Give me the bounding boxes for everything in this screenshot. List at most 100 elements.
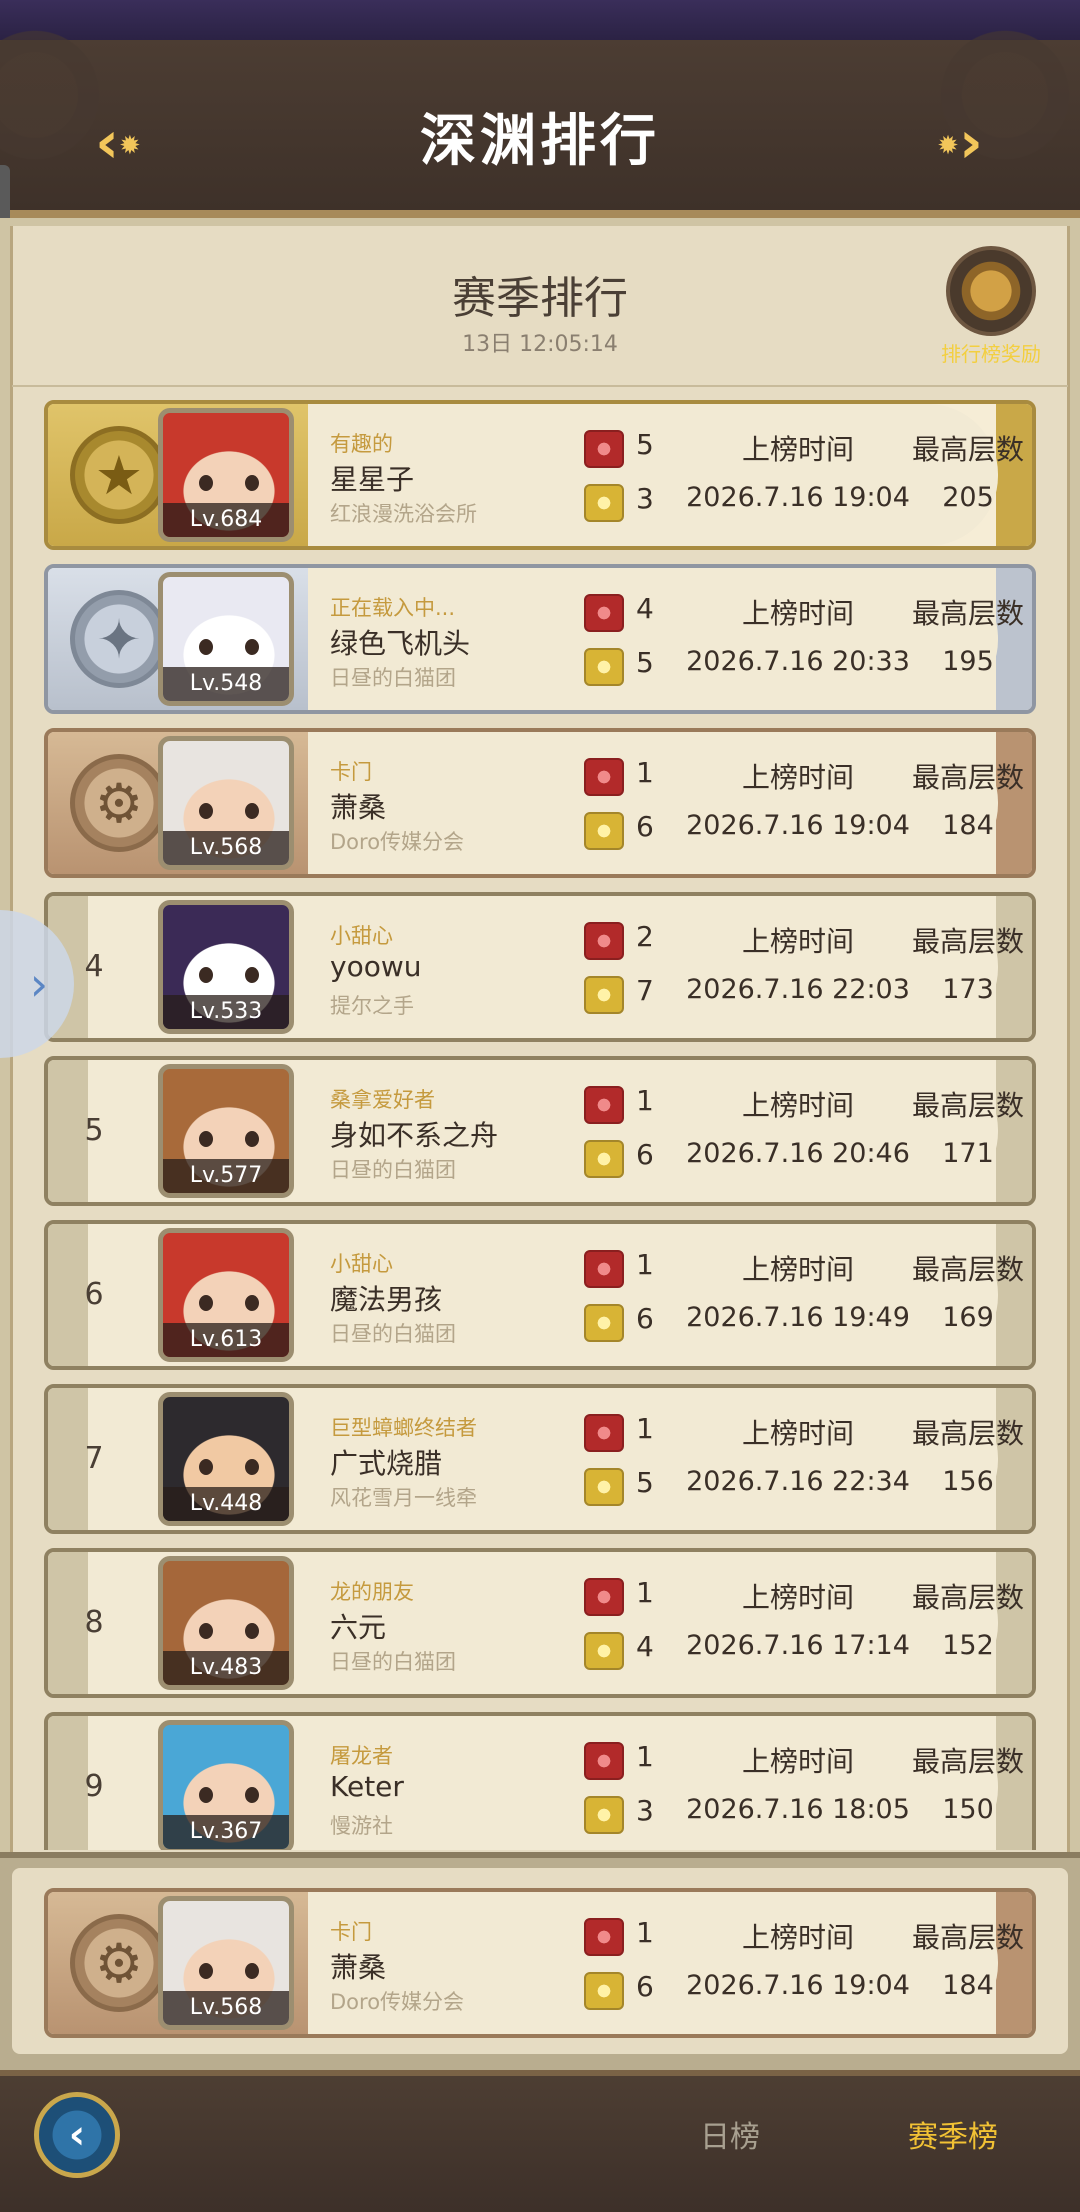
player-avatar[interactable]: Lv.568 [158,1896,294,2030]
red-badge-count: 1 [636,1412,654,1445]
avatar-eyes [199,475,259,491]
gold-badge-count: 5 [636,1466,654,1499]
player-avatar[interactable]: Lv.548 [158,572,294,706]
divider [12,385,1068,387]
back-button[interactable]: ‹ [34,2092,120,2178]
red-badge-count: 1 [636,1740,654,1773]
reward-label: 排行榜奖励 [941,342,1041,366]
avatar-eyes [199,1963,259,1979]
row-right-cap [996,1388,1032,1530]
row-right-cap [996,1224,1032,1366]
player-name: Keter [330,1770,404,1803]
gold-badge-count: 3 [636,482,654,515]
header: ‹✹ 深渊排行 ✹› [0,20,1080,218]
ranking-row[interactable]: ★ Lv.684 有趣的 星星子 红浪漫洗浴会所 5 3 上榜时间 2026.7.16 19:0… [44,400,1036,550]
player-title: 桑拿爱好者 [330,1088,435,1112]
red-rose-badge-icon [584,1918,624,1956]
player-name: 六元 [330,1611,387,1644]
silver-medal-icon: ✦ [70,590,168,688]
red-badge-count: 1 [636,1084,654,1117]
avatar-eyes [199,1295,259,1311]
ranking-row[interactable]: 7 Lv.448 巨型蟑螂终结者 广式烧腊 风花雪月一线牵 1 5 上榜时间 2026.7.16… [44,1384,1036,1534]
player-avatar[interactable]: Lv.533 [158,900,294,1034]
gold-badge-count: 6 [636,810,654,843]
next-page-button[interactable]: ✹› [918,100,1002,184]
red-badge-count: 1 [636,1576,654,1609]
player-title: 卡门 [330,760,372,784]
player-avatar[interactable]: Lv.613 [158,1228,294,1362]
player-avatar[interactable]: Lv.684 [158,408,294,542]
gold-medal-icon: ★ [70,426,168,524]
player-title: 巨型蟑螂终结者 [330,1416,477,1440]
tab-daily[interactable]: 日榜 [700,2112,760,2156]
floor-header: 最高层数 [911,925,1024,958]
ranking-row[interactable]: 9 Lv.367 屠龙者 Keter 慢游社 1 3 上榜时间 2026.7.16 18:05 最… [44,1712,1036,1850]
player-avatar[interactable]: Lv.367 [158,1720,294,1850]
player-name: 广式烧腊 [330,1447,443,1480]
red-badge-count: 2 [636,920,654,953]
ranking-row[interactable]: 8 Lv.483 龙的朋友 六元 日昼的白猫团 1 4 上榜时间 2026.7.16 17:14… [44,1548,1036,1698]
bronze-medal-icon: ⚙ [70,1914,168,2012]
max-floor: 205 [942,482,994,513]
reward-button[interactable]: 排行榜奖励 [936,246,1046,367]
player-level: Lv.533 [163,995,289,1029]
player-name: 身如不系之舟 [330,1119,499,1152]
player-level: Lv.684 [163,503,289,537]
player-guild: 红浪漫洗浴会所 [330,502,477,526]
row-right-cap [996,1552,1032,1694]
gold-badge-count: 3 [636,1794,654,1827]
ranking-row[interactable]: ⚙ Lv.568 卡门 萧桑 Doro传媒分会 1 6 上榜时间 2026.7.16 19:04… [44,728,1036,878]
avatar-eyes [199,1623,259,1639]
player-avatar[interactable]: Lv.568 [158,736,294,870]
ranking-row[interactable]: 5 Lv.577 桑拿爱好者 身如不系之舟 日昼的白猫团 1 6 上榜时间 2026.7.16 … [44,1056,1036,1206]
player-avatar[interactable]: Lv.483 [158,1556,294,1690]
my-rank-row-host: ⚙ Lv.568 卡门 萧桑 Doro传媒分会 1 6 上榜时间 2026.7.16 19:04… [0,1880,1080,2040]
player-avatar[interactable]: Lv.448 [158,1392,294,1526]
my-ranking-row[interactable]: ⚙ Lv.568 卡门 萧桑 Doro传媒分会 1 6 上榜时间 2026.7.16 19:04… [44,1888,1036,2038]
avatar-eyes [199,803,259,819]
row-right-cap [996,404,1032,546]
player-name: 萧桑 [330,791,387,824]
season-title: 赛季排行 [452,273,628,324]
max-floor: 150 [942,1794,994,1825]
player-guild: 日昼的白猫团 [330,1650,456,1674]
max-floor: 152 [942,1630,994,1661]
rank-number: 7 [84,1441,104,1476]
arrow-right-gear-icon: ✹› [937,108,983,176]
red-rose-badge-icon [584,430,624,468]
gold-flower-badge-icon [584,1140,624,1178]
gold-flower-badge-icon [584,1972,624,2010]
tab-season[interactable]: 赛季榜 [908,2112,998,2156]
floor-header: 最高层数 [911,1417,1024,1450]
ranking-row[interactable]: 6 Lv.613 小甜心 魔法男孩 日昼的白猫团 1 6 上榜时间 2026.7.16 19:4… [44,1220,1036,1370]
player-title: 小甜心 [330,924,393,948]
ranking-row[interactable]: ✦ Lv.548 正在载入中... 绿色飞机头 日昼的白猫团 4 5 上榜时间 2026.7.1… [44,564,1036,714]
rank-number: 6 [84,1277,104,1312]
floor-header: 最高层数 [911,433,1024,466]
player-name: 魔法男孩 [330,1283,443,1316]
player-name: 萧桑 [330,1951,387,1984]
player-guild: 日昼的白猫团 [330,1158,456,1182]
max-floor: 171 [942,1138,994,1169]
floor-header: 最高层数 [911,597,1024,630]
ranking-list[interactable]: ★ Lv.684 有趣的 星星子 红浪漫洗浴会所 5 3 上榜时间 2026.7.16 19:0… [0,400,1080,1850]
back-arrow-icon: ‹ [68,2112,86,2158]
gold-badge-count: 4 [636,1630,654,1663]
red-badge-count: 4 [636,592,654,625]
row-right-cap [996,568,1032,710]
player-level: Lv.613 [163,1323,289,1357]
player-avatar[interactable]: Lv.577 [158,1064,294,1198]
ranking-row[interactable]: 4 Lv.533 小甜心 yoowu 提尔之手 2 7 上榜时间 2026.7.16 22:03… [44,892,1036,1042]
floor-header: 最高层数 [911,1745,1024,1778]
player-level: Lv.448 [163,1487,289,1521]
season-countdown: 13日 12:05:14 [462,332,618,357]
red-rose-badge-icon [584,1086,624,1124]
rank-number: 9 [84,1769,104,1804]
player-title: 卡门 [330,1920,372,1944]
avatar-eyes [199,1787,259,1803]
max-floor: 169 [942,1302,994,1333]
max-floor: 156 [942,1466,994,1497]
player-title: 龙的朋友 [330,1580,414,1604]
avatar-eyes [199,639,259,655]
player-level: Lv.548 [163,667,289,701]
